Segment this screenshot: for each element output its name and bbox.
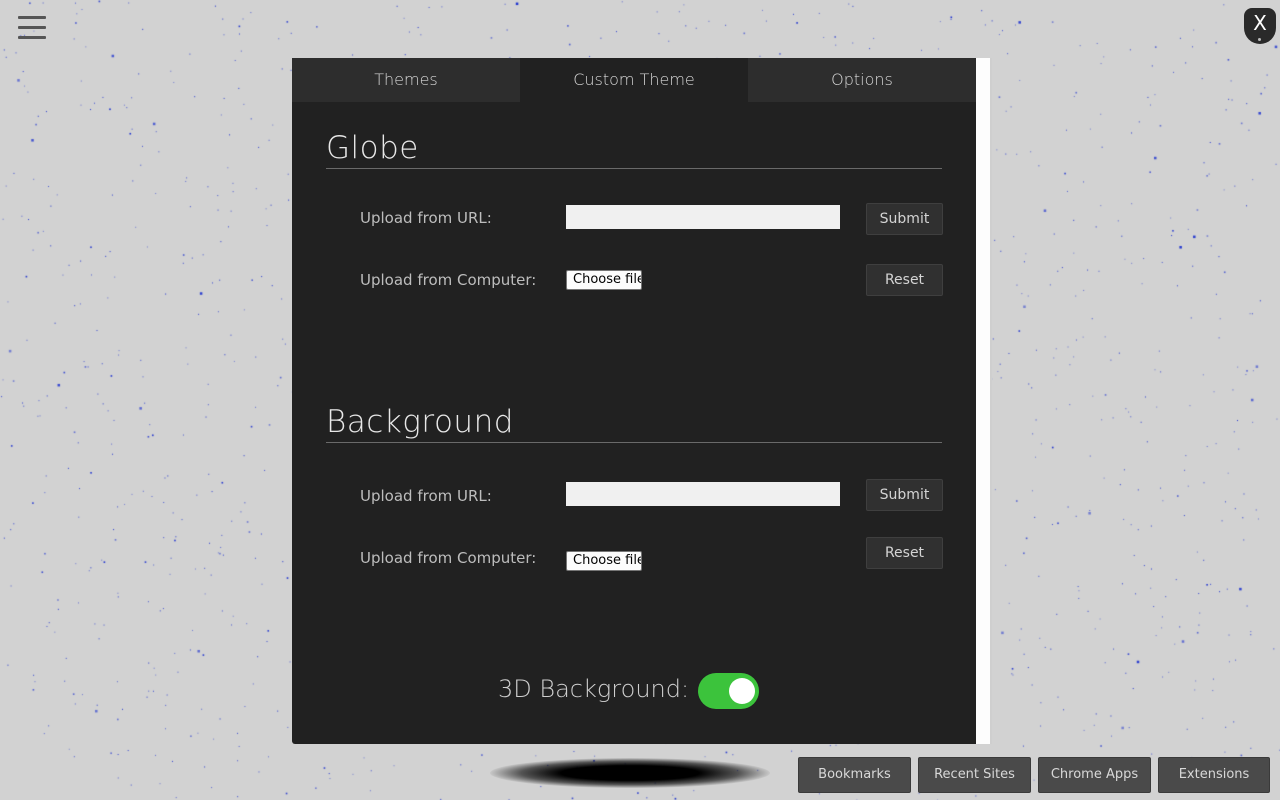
globe-url-label: Upload from URL: bbox=[360, 209, 492, 227]
toggle-knob bbox=[729, 678, 755, 704]
tab-custom-theme[interactable]: Custom Theme bbox=[520, 58, 748, 102]
globe-shadow bbox=[490, 758, 770, 788]
tab-options[interactable]: Options bbox=[748, 58, 976, 102]
background-reset-button[interactable]: Reset bbox=[866, 537, 943, 569]
background-url-input[interactable] bbox=[566, 482, 840, 506]
globe-section-title: Globe bbox=[326, 130, 942, 169]
extensions-button[interactable]: Extensions bbox=[1158, 757, 1270, 793]
settings-panel: Themes Custom Theme Options Globe Upload… bbox=[292, 58, 976, 744]
3d-background-toggle[interactable] bbox=[698, 673, 759, 709]
background-submit-button[interactable]: Submit bbox=[866, 479, 943, 511]
globe-url-input[interactable] bbox=[566, 205, 840, 229]
background-url-label: Upload from URL: bbox=[360, 487, 492, 505]
globe-choose-file-button[interactable]: Choose file bbox=[566, 270, 642, 290]
globe-reset-button[interactable]: Reset bbox=[866, 264, 943, 296]
bookmarks-button[interactable]: Bookmarks bbox=[798, 757, 911, 793]
close-label: X bbox=[1253, 11, 1267, 35]
recent-sites-button[interactable]: Recent Sites bbox=[918, 757, 1031, 793]
globe-submit-button[interactable]: Submit bbox=[866, 203, 943, 235]
close-dot-icon bbox=[1258, 38, 1261, 41]
background-choose-file-button[interactable]: Choose file bbox=[566, 551, 642, 571]
3d-background-label: 3D Background: bbox=[498, 675, 690, 703]
panel-scrollbar[interactable] bbox=[976, 58, 992, 744]
tab-themes[interactable]: Themes bbox=[292, 58, 520, 102]
background-section-title: Background bbox=[326, 404, 942, 443]
chrome-apps-button[interactable]: Chrome Apps bbox=[1038, 757, 1151, 793]
menu-icon[interactable] bbox=[18, 16, 46, 40]
globe-computer-label: Upload from Computer: bbox=[360, 271, 537, 289]
tab-bar: Themes Custom Theme Options bbox=[292, 58, 976, 102]
background-computer-label: Upload from Computer: bbox=[360, 549, 537, 567]
close-button[interactable]: X bbox=[1244, 8, 1276, 44]
